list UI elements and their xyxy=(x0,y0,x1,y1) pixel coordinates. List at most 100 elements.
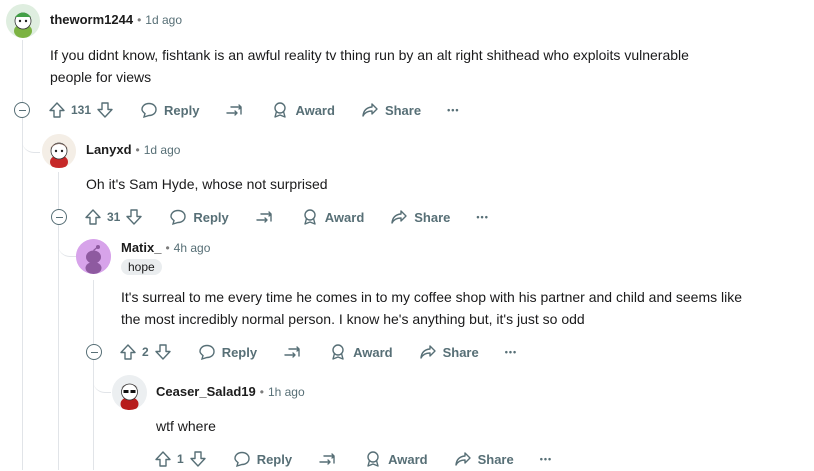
award-button[interactable]: Award xyxy=(364,450,428,468)
comment-meta: Lanyxd • 1d ago xyxy=(86,142,180,157)
award-button[interactable]: Award xyxy=(329,343,393,361)
share-button[interactable]: Share xyxy=(419,343,479,361)
collapse-icon xyxy=(90,351,98,353)
share-icon xyxy=(390,208,408,226)
comment-meta: Matix_ • 4h ago xyxy=(121,240,210,255)
more-options-button[interactable]: ••• xyxy=(540,454,552,464)
snoo-avatar-icon xyxy=(112,375,147,410)
author-link[interactable]: Ceaser_Salad19 xyxy=(156,384,256,399)
reply-label: Reply xyxy=(256,451,293,467)
collapse-button[interactable] xyxy=(51,209,67,225)
comment-timestamp[interactable]: 4h ago xyxy=(174,241,211,255)
award-label: Award xyxy=(295,102,335,118)
author-link[interactable]: Lanyxd xyxy=(86,142,132,157)
separator-icon xyxy=(318,450,338,468)
share-button[interactable]: Share xyxy=(390,208,450,226)
separator-dot: • xyxy=(137,12,142,27)
reply-label: Reply xyxy=(193,209,229,225)
downvote-icon[interactable] xyxy=(154,343,172,361)
reply-button[interactable]: Reply xyxy=(140,101,199,119)
vote-group: 131 xyxy=(48,101,114,119)
snoo-avatar-icon xyxy=(42,134,76,168)
upvote-icon[interactable] xyxy=(119,343,137,361)
thread-curve xyxy=(58,226,76,257)
more-options-button[interactable]: ••• xyxy=(505,347,517,357)
award-icon xyxy=(364,450,382,468)
upvote-icon[interactable] xyxy=(154,450,172,468)
award-label: Award xyxy=(388,451,428,467)
collapse-icon xyxy=(18,109,26,111)
comment-actions: 2 Reply Award Share ••• xyxy=(119,340,543,364)
user-flair: hope xyxy=(121,259,162,275)
comment-timestamp[interactable]: 1d ago xyxy=(145,13,182,27)
crosspost-button[interactable] xyxy=(318,450,338,468)
reply-button[interactable]: Reply xyxy=(169,208,229,226)
comment-timestamp[interactable]: 1h ago xyxy=(268,385,305,399)
comment-body-line: people for views xyxy=(50,69,152,85)
avatar[interactable] xyxy=(42,134,76,168)
more-icon: ••• xyxy=(504,347,518,357)
share-label: Share xyxy=(414,209,451,225)
vote-group: 31 xyxy=(84,208,143,226)
award-icon xyxy=(271,101,289,119)
crosspost-button[interactable] xyxy=(255,208,275,226)
vote-score: 31 xyxy=(107,210,121,224)
author-link[interactable]: Matix_ xyxy=(121,240,161,255)
award-button[interactable]: Award xyxy=(271,101,335,119)
comment-actions: 31 Reply Award Share ••• xyxy=(84,205,515,229)
separator-icon xyxy=(225,101,245,119)
reply-label: Reply xyxy=(221,344,258,360)
upvote-icon[interactable] xyxy=(84,208,102,226)
thread-curve xyxy=(22,120,40,153)
award-label: Award xyxy=(353,344,393,360)
vote-group: 2 xyxy=(119,343,172,361)
more-icon: ••• xyxy=(539,454,553,464)
comment-actions: 131 Reply Award Share ••• xyxy=(48,98,486,122)
downvote-icon[interactable] xyxy=(125,208,143,226)
comment-body: wtf where xyxy=(156,415,796,437)
comment-meta: theworm1244 • 1d ago xyxy=(50,12,182,27)
comment-meta: Ceaser_Salad19 • 1h ago xyxy=(156,384,305,399)
reply-icon xyxy=(233,450,251,468)
comment-timestamp[interactable]: 1d ago xyxy=(144,143,181,157)
downvote-icon[interactable] xyxy=(96,101,114,119)
comment-body: Oh it's Sam Hyde, whose not surprised xyxy=(86,173,806,195)
upvote-icon[interactable] xyxy=(48,101,66,119)
separator-icon xyxy=(255,208,275,226)
more-icon: ••• xyxy=(476,212,489,222)
avatar[interactable] xyxy=(76,239,111,274)
comment-body: If you didnt know, fishtank is an awful … xyxy=(50,44,810,88)
crosspost-button[interactable] xyxy=(225,101,245,119)
crosspost-button[interactable] xyxy=(283,343,303,361)
award-button[interactable]: Award xyxy=(301,208,364,226)
collapse-button[interactable] xyxy=(86,344,102,360)
comment-body: It's surreal to me every time he comes i… xyxy=(121,286,811,330)
collapse-button[interactable] xyxy=(14,102,30,118)
more-options-button[interactable]: ••• xyxy=(447,105,459,115)
downvote-icon[interactable] xyxy=(189,450,207,468)
avatar[interactable] xyxy=(112,375,147,410)
separator-dot: • xyxy=(135,142,140,157)
share-label: Share xyxy=(442,344,479,360)
comment-body-line: the most incredibly normal person. I kno… xyxy=(121,311,585,327)
comment-body-line: wtf where xyxy=(156,418,216,434)
share-label: Share xyxy=(384,102,422,118)
comment-body-line: If you didnt know, fishtank is an awful … xyxy=(50,47,689,63)
more-icon: ••• xyxy=(447,105,460,115)
author-link[interactable]: theworm1244 xyxy=(50,12,133,27)
snoo-avatar-icon xyxy=(6,4,40,38)
separator-dot: • xyxy=(165,240,170,255)
avatar[interactable] xyxy=(6,4,40,38)
reply-button[interactable]: Reply xyxy=(233,450,292,468)
reply-button[interactable]: Reply xyxy=(198,343,257,361)
award-icon xyxy=(329,343,347,361)
reply-icon xyxy=(169,208,187,226)
more-options-button[interactable]: ••• xyxy=(476,212,488,222)
share-button[interactable]: Share xyxy=(361,101,421,119)
share-button[interactable]: Share xyxy=(454,450,514,468)
vote-score: 1 xyxy=(177,452,184,466)
comment-body-line: It's surreal to me every time he comes i… xyxy=(121,289,743,305)
award-icon xyxy=(301,208,319,226)
share-icon xyxy=(454,450,472,468)
separator-icon xyxy=(283,343,303,361)
